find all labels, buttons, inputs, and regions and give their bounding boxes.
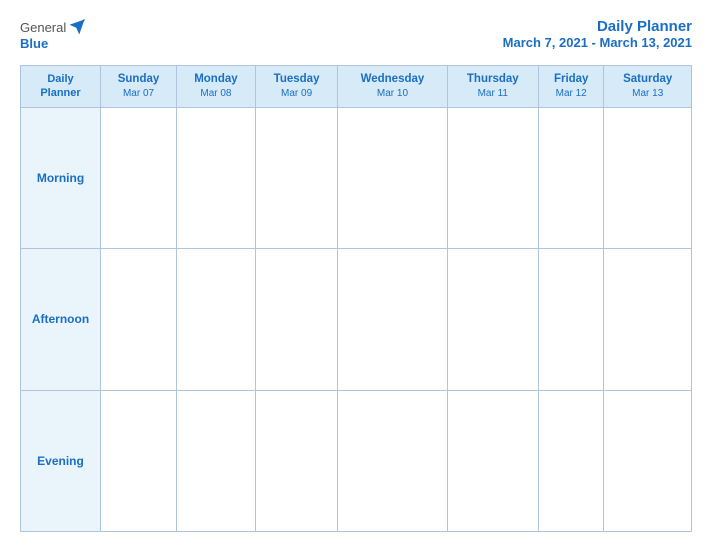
table-header-row: Daily Planner Sunday Mar 07 Monday Mar 0… bbox=[21, 66, 692, 108]
day-name-monday: Monday bbox=[181, 72, 251, 87]
morning-row: Morning bbox=[21, 107, 692, 248]
afternoon-label: Afternoon bbox=[21, 249, 101, 390]
header-wednesday: Wednesday Mar 10 bbox=[338, 66, 447, 108]
evening-monday-cell[interactable] bbox=[177, 390, 256, 531]
afternoon-friday-cell[interactable] bbox=[538, 249, 603, 390]
day-name-sunday: Sunday bbox=[105, 72, 172, 87]
logo-area: General Blue bbox=[20, 18, 86, 51]
header-thursday: Thursday Mar 11 bbox=[447, 66, 538, 108]
day-date-monday: Mar 08 bbox=[181, 87, 251, 100]
morning-tuesday-cell[interactable] bbox=[255, 107, 337, 248]
planner-title: Daily Planner bbox=[503, 18, 692, 35]
day-date-friday: Mar 12 bbox=[543, 87, 599, 100]
page-header: General Blue Daily Planner March 7, 2021… bbox=[20, 18, 692, 51]
planner-subtitle: March 7, 2021 - March 13, 2021 bbox=[503, 35, 692, 50]
morning-wednesday-cell[interactable] bbox=[338, 107, 447, 248]
afternoon-sunday-cell[interactable] bbox=[101, 249, 177, 390]
evening-thursday-cell[interactable] bbox=[447, 390, 538, 531]
morning-thursday-cell[interactable] bbox=[447, 107, 538, 248]
evening-sunday-cell[interactable] bbox=[101, 390, 177, 531]
afternoon-monday-cell[interactable] bbox=[177, 249, 256, 390]
morning-monday-cell[interactable] bbox=[177, 107, 256, 248]
morning-saturday-cell[interactable] bbox=[604, 107, 692, 248]
header-sunday: Sunday Mar 07 bbox=[101, 66, 177, 108]
header-saturday: Saturday Mar 13 bbox=[604, 66, 692, 108]
evening-tuesday-cell[interactable] bbox=[255, 390, 337, 531]
afternoon-thursday-cell[interactable] bbox=[447, 249, 538, 390]
day-date-sunday: Mar 07 bbox=[105, 87, 172, 100]
calendar-table: Daily Planner Sunday Mar 07 Monday Mar 0… bbox=[20, 65, 692, 532]
day-date-thursday: Mar 11 bbox=[452, 87, 534, 100]
afternoon-row: Afternoon bbox=[21, 249, 692, 390]
logo-text: General bbox=[20, 18, 86, 36]
planner-label-line2: Planner bbox=[40, 87, 80, 99]
header-tuesday: Tuesday Mar 09 bbox=[255, 66, 337, 108]
bird-icon bbox=[68, 18, 86, 36]
morning-label: Morning bbox=[21, 107, 101, 248]
planner-label-line1: Daily bbox=[47, 73, 73, 85]
day-name-thursday: Thursday bbox=[452, 72, 534, 87]
day-name-tuesday: Tuesday bbox=[260, 72, 333, 87]
title-area: Daily Planner March 7, 2021 - March 13, … bbox=[503, 18, 692, 50]
day-name-saturday: Saturday bbox=[608, 72, 687, 87]
evening-friday-cell[interactable] bbox=[538, 390, 603, 531]
day-date-tuesday: Mar 09 bbox=[260, 87, 333, 100]
day-date-saturday: Mar 13 bbox=[608, 87, 687, 100]
header-monday: Monday Mar 08 bbox=[177, 66, 256, 108]
evening-row: Evening bbox=[21, 390, 692, 531]
day-name-wednesday: Wednesday bbox=[342, 72, 442, 87]
header-friday: Friday Mar 12 bbox=[538, 66, 603, 108]
morning-friday-cell[interactable] bbox=[538, 107, 603, 248]
morning-sunday-cell[interactable] bbox=[101, 107, 177, 248]
evening-saturday-cell[interactable] bbox=[604, 390, 692, 531]
afternoon-wednesday-cell[interactable] bbox=[338, 249, 447, 390]
header-planner-cell: Daily Planner bbox=[21, 66, 101, 108]
afternoon-saturday-cell[interactable] bbox=[604, 249, 692, 390]
evening-label: Evening bbox=[21, 390, 101, 531]
logo-blue: Blue bbox=[20, 36, 48, 51]
afternoon-tuesday-cell[interactable] bbox=[255, 249, 337, 390]
logo-general: General bbox=[20, 20, 66, 35]
evening-wednesday-cell[interactable] bbox=[338, 390, 447, 531]
day-date-wednesday: Mar 10 bbox=[342, 87, 442, 100]
day-name-friday: Friday bbox=[543, 72, 599, 87]
